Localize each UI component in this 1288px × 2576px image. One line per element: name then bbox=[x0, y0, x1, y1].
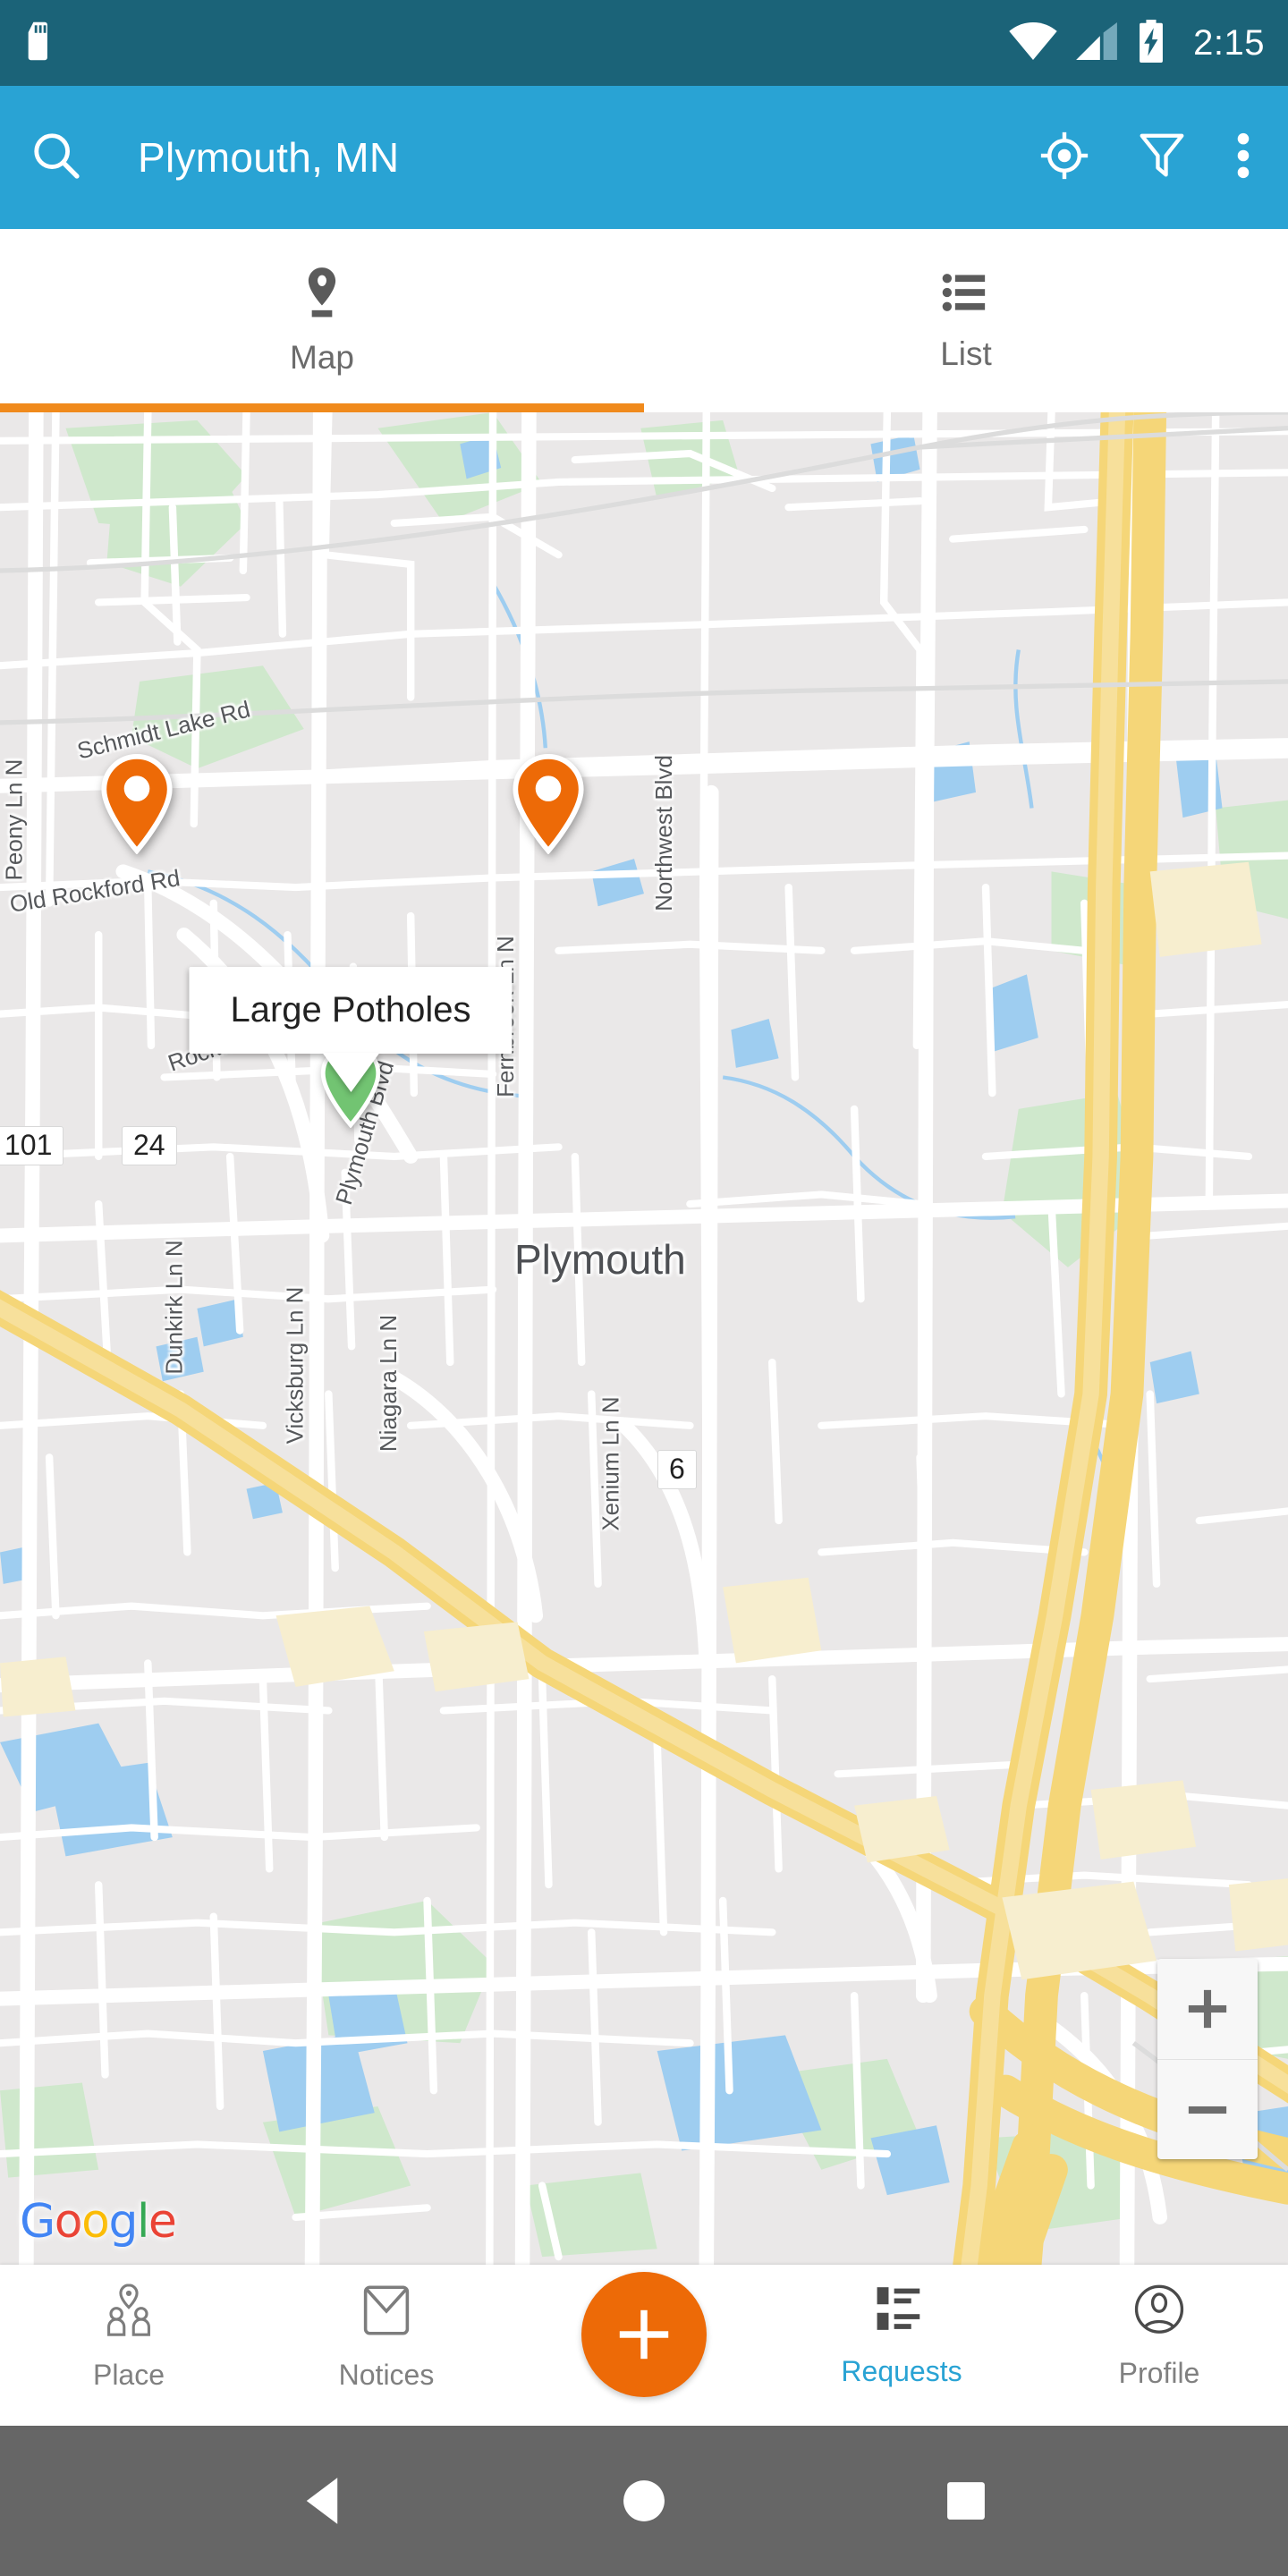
google-logo-letter-g2: g bbox=[108, 2195, 138, 2249]
android-system-nav bbox=[0, 2426, 1288, 2576]
google-logo-letter-o1: o bbox=[54, 2195, 83, 2249]
status-bar-right-icons: 2:15 bbox=[1009, 19, 1265, 67]
my-location-icon[interactable] bbox=[1039, 131, 1089, 185]
bottom-navigation: Place Notices Requests Profile bbox=[0, 2265, 1288, 2426]
zoom-in-button[interactable] bbox=[1157, 1959, 1258, 2059]
info-window-tail bbox=[322, 1053, 379, 1092]
overflow-menu-icon[interactable] bbox=[1234, 130, 1252, 186]
nav-item-requests[interactable]: Requests bbox=[773, 2283, 1030, 2388]
plus-icon bbox=[619, 2309, 669, 2360]
app-root: 2:15 Plymouth, MN Map List Schmidt Lake … bbox=[0, 0, 1288, 2576]
android-recents-button[interactable] bbox=[912, 2480, 1020, 2521]
wifi-icon bbox=[1009, 21, 1057, 64]
request-marker-orange-2[interactable] bbox=[510, 753, 587, 855]
search-icon[interactable] bbox=[30, 130, 82, 186]
nav-item-place-label: Place bbox=[92, 2359, 165, 2391]
add-request-fab[interactable] bbox=[581, 2272, 707, 2397]
status-bar-left-icons bbox=[23, 21, 54, 65]
back-triangle-icon bbox=[306, 2478, 338, 2524]
status-bar-clock: 2:15 bbox=[1193, 22, 1265, 63]
nav-item-profile-label: Profile bbox=[1118, 2357, 1200, 2389]
place-people-icon bbox=[101, 2283, 157, 2343]
list-icon bbox=[942, 268, 990, 321]
battery-charging-icon bbox=[1136, 19, 1166, 67]
nav-item-notices-label: Notices bbox=[338, 2359, 435, 2391]
tab-list-label: List bbox=[940, 335, 992, 372]
nav-item-profile[interactable]: Profile bbox=[1030, 2283, 1288, 2390]
map-basemap bbox=[0, 412, 1288, 2265]
status-bar: 2:15 bbox=[0, 0, 1288, 86]
tab-map-label: Map bbox=[290, 339, 354, 376]
map-pin-icon bbox=[299, 265, 345, 325]
profile-icon bbox=[1133, 2283, 1185, 2341]
nav-item-requests-label: Requests bbox=[841, 2355, 962, 2387]
zoom-out-button[interactable] bbox=[1157, 2059, 1258, 2159]
app-bar-actions bbox=[1039, 130, 1258, 186]
tab-selected-indicator bbox=[0, 403, 644, 412]
marker-info-window[interactable]: Large Potholes bbox=[189, 967, 513, 1092]
request-marker-orange-1[interactable] bbox=[98, 753, 175, 855]
sd-card-icon bbox=[23, 21, 54, 65]
tab-map[interactable]: Map bbox=[0, 229, 644, 412]
page-title: Plymouth, MN bbox=[138, 134, 400, 181]
recents-square-icon bbox=[947, 2482, 985, 2520]
nav-item-place[interactable]: Place bbox=[0, 2283, 258, 2392]
android-home-button[interactable] bbox=[590, 2479, 698, 2523]
google-logo-letter-o2: o bbox=[81, 2195, 110, 2249]
requests-list-icon bbox=[874, 2283, 929, 2339]
envelope-icon bbox=[360, 2283, 413, 2343]
tab-list[interactable]: List bbox=[644, 229, 1288, 412]
google-logo-letter-g1: G bbox=[20, 2195, 55, 2249]
app-bar: Plymouth, MN bbox=[0, 86, 1288, 229]
view-tabs: Map List bbox=[0, 229, 1288, 412]
google-logo: Google bbox=[20, 2195, 177, 2249]
google-logo-letter-e: e bbox=[148, 2195, 177, 2249]
nav-item-notices[interactable]: Notices bbox=[258, 2283, 515, 2392]
filter-icon[interactable] bbox=[1140, 131, 1184, 185]
map-canvas[interactable]: Schmidt Lake Rd Peony Ln N Old Rockford … bbox=[0, 412, 1288, 2265]
info-window-title: Large Potholes bbox=[189, 967, 513, 1054]
map-zoom-controls bbox=[1157, 1959, 1258, 2159]
home-circle-icon bbox=[623, 2480, 665, 2521]
google-logo-letter-l: l bbox=[136, 2195, 149, 2249]
cell-signal-icon bbox=[1075, 21, 1118, 64]
android-back-button[interactable] bbox=[268, 2476, 376, 2526]
